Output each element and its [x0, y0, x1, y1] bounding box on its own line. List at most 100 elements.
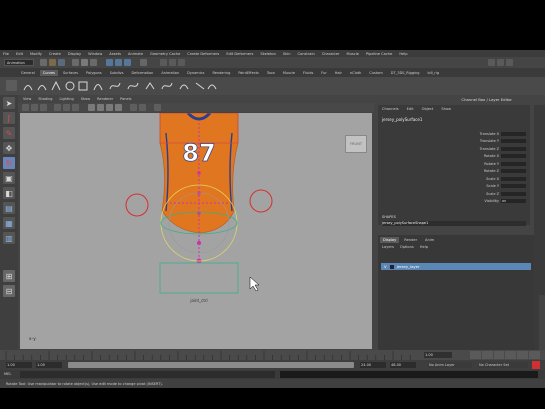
select-hierarchy-icon[interactable] — [72, 59, 79, 66]
toggle-channel-box-icon[interactable] — [506, 59, 513, 66]
menu-geometry-cache[interactable]: Geometry Cache — [150, 52, 180, 56]
layer-color-swatch[interactable] — [389, 264, 394, 269]
scale-tool-icon[interactable]: ▣ — [3, 172, 15, 184]
root-control[interactable] — [159, 262, 239, 294]
shelf-tab-painteffects[interactable]: PaintEffects — [235, 70, 262, 76]
lasso-tool-icon[interactable]: ʃ — [3, 112, 15, 124]
select-component-icon[interactable] — [90, 59, 97, 66]
layer-tab-anim[interactable]: Anim — [422, 237, 437, 243]
wireframe-icon[interactable] — [88, 104, 95, 111]
move-tool-icon[interactable]: ✥ — [3, 142, 15, 154]
shelf-tab-rendering[interactable]: Rendering — [209, 70, 233, 76]
command-language-label[interactable]: MEL — [4, 372, 11, 376]
render-settings-icon[interactable] — [178, 59, 185, 66]
shelf-tab-fur[interactable]: Fur — [318, 70, 329, 76]
menu-create[interactable]: Create — [49, 52, 61, 56]
bookmark-icon[interactable] — [31, 104, 38, 111]
channel-attribute-row[interactable]: Translate Z — [438, 146, 526, 151]
channel-attribute-row[interactable]: Scale X — [438, 176, 526, 181]
play-forward-icon[interactable] — [505, 351, 517, 359]
snap-point-icon[interactable] — [124, 59, 131, 66]
layer-name[interactable]: jersey_layer — [397, 264, 420, 269]
history-icon[interactable] — [140, 59, 147, 66]
outliner-icon[interactable]: ⊞ — [3, 270, 15, 282]
shelf-tab-deformation[interactable]: Deformation — [128, 70, 156, 76]
shelf-tab-fluids[interactable]: Fluids — [300, 70, 316, 76]
character-set-dropdown[interactable]: No Character Set — [478, 362, 528, 368]
isolate-select-icon[interactable] — [154, 104, 161, 111]
channel-attribute-value[interactable] — [501, 176, 526, 181]
paint-select-icon[interactable]: ✎ — [3, 127, 15, 139]
menu-muscle[interactable]: Muscle — [347, 52, 359, 56]
shelf-tab-bill-rig[interactable]: bill_rig — [425, 70, 443, 76]
3d-viewport[interactable]: 87 joint_ctrl FRONT x–y — [20, 113, 372, 349]
shape-node-name[interactable]: jersey_polySurfaceShape1 — [382, 221, 526, 226]
channel-menu-channels[interactable]: Channels — [382, 107, 399, 111]
menu-modify[interactable]: Modify — [30, 52, 42, 56]
menu-edit[interactable]: Edit — [16, 52, 23, 56]
shelf-menu-icon[interactable] — [6, 80, 17, 91]
menu-assets[interactable]: Assets — [109, 52, 121, 56]
curve-tools-icons[interactable] — [22, 79, 222, 93]
shadows-icon[interactable] — [130, 104, 137, 111]
channel-attribute-row[interactable]: Rotate Y — [438, 161, 526, 166]
menu-skin[interactable]: Skin — [283, 52, 291, 56]
layer-tab-render[interactable]: Render — [401, 237, 420, 243]
right-arm-control[interactable] — [249, 189, 273, 213]
textured-icon[interactable] — [106, 104, 113, 111]
playback-end-field[interactable]: 24.00 — [360, 362, 386, 368]
open-scene-icon[interactable] — [49, 59, 56, 66]
shelf-tab-dt-3ds-rigging[interactable]: DT_3DS_Rigging — [388, 70, 423, 76]
ipr-render-icon[interactable] — [169, 59, 176, 66]
current-time-field[interactable]: 1.00 — [424, 352, 452, 358]
layer-visibility-toggle[interactable]: V — [384, 264, 387, 269]
menu-animate[interactable]: Animate — [128, 52, 143, 56]
layer-row[interactable]: V jersey_layer — [381, 263, 531, 270]
channel-attribute-value[interactable] — [501, 154, 526, 158]
xray-icon[interactable] — [139, 104, 146, 111]
menu-display[interactable]: Display — [68, 52, 81, 56]
channel-attribute-row[interactable]: Scale Y — [438, 184, 526, 189]
menu-create-deformers[interactable]: Create Deformers — [187, 52, 219, 56]
menu-help[interactable]: Help — [399, 52, 407, 56]
channel-attribute-value[interactable] — [501, 184, 526, 188]
go-to-end-icon[interactable] — [529, 351, 540, 359]
film-gate-icon[interactable] — [63, 104, 70, 111]
layer-tab-display[interactable]: Display — [380, 237, 400, 243]
layer-menu-options[interactable]: Options — [400, 245, 414, 249]
manipulator-tool-icon[interactable]: ◧ — [3, 187, 15, 199]
playback-controls[interactable] — [470, 351, 540, 359]
select-tool-icon[interactable]: ➤ — [3, 97, 15, 109]
channel-attribute-value[interactable] — [501, 139, 526, 143]
resolution-gate-icon[interactable] — [72, 104, 79, 111]
shelf-tab-toon[interactable]: Toon — [264, 70, 278, 76]
shelf-tab-ncloth[interactable]: nCloth — [347, 70, 364, 76]
smooth-shade-icon[interactable] — [97, 104, 104, 111]
new-scene-icon[interactable] — [40, 59, 47, 66]
snap-curve-icon[interactable] — [115, 59, 122, 66]
select-object-icon[interactable] — [81, 59, 88, 66]
channel-menu-edit[interactable]: Edit — [407, 107, 414, 111]
rotate-tool-icon[interactable]: ↻ — [3, 157, 15, 169]
grid-toggle-icon[interactable] — [54, 104, 61, 111]
lighting-icon[interactable] — [115, 104, 122, 111]
viewcube[interactable]: FRONT — [345, 135, 367, 153]
shelf-tab-custom[interactable]: Custom — [366, 70, 385, 76]
time-slider[interactable]: 1.00 — [0, 350, 545, 360]
snap-grid-icon[interactable] — [106, 59, 113, 66]
shelf-tab-general[interactable]: General — [18, 70, 38, 76]
toggle-attribute-editor-icon[interactable] — [488, 59, 495, 66]
render-frame-icon[interactable] — [160, 59, 167, 66]
shelf-tab-animation[interactable]: Animation — [158, 70, 182, 76]
shelf-tab-subdivs[interactable]: Subdivs — [107, 70, 127, 76]
menu-set-dropdown[interactable]: Animation — [4, 59, 34, 66]
start-time-field[interactable]: 1.00 — [6, 362, 32, 368]
channel-attribute-row[interactable]: Scale Z — [438, 191, 526, 196]
channel-attribute-value[interactable] — [501, 146, 526, 151]
go-to-start-icon[interactable] — [470, 351, 481, 359]
channel-attribute-row[interactable]: Visibility on — [438, 199, 526, 204]
auto-key-icon[interactable] — [532, 361, 540, 369]
toggle-tool-settings-icon[interactable] — [497, 59, 504, 66]
menu-skeleton[interactable]: Skeleton — [260, 52, 276, 56]
left-arm-control[interactable] — [125, 193, 149, 217]
